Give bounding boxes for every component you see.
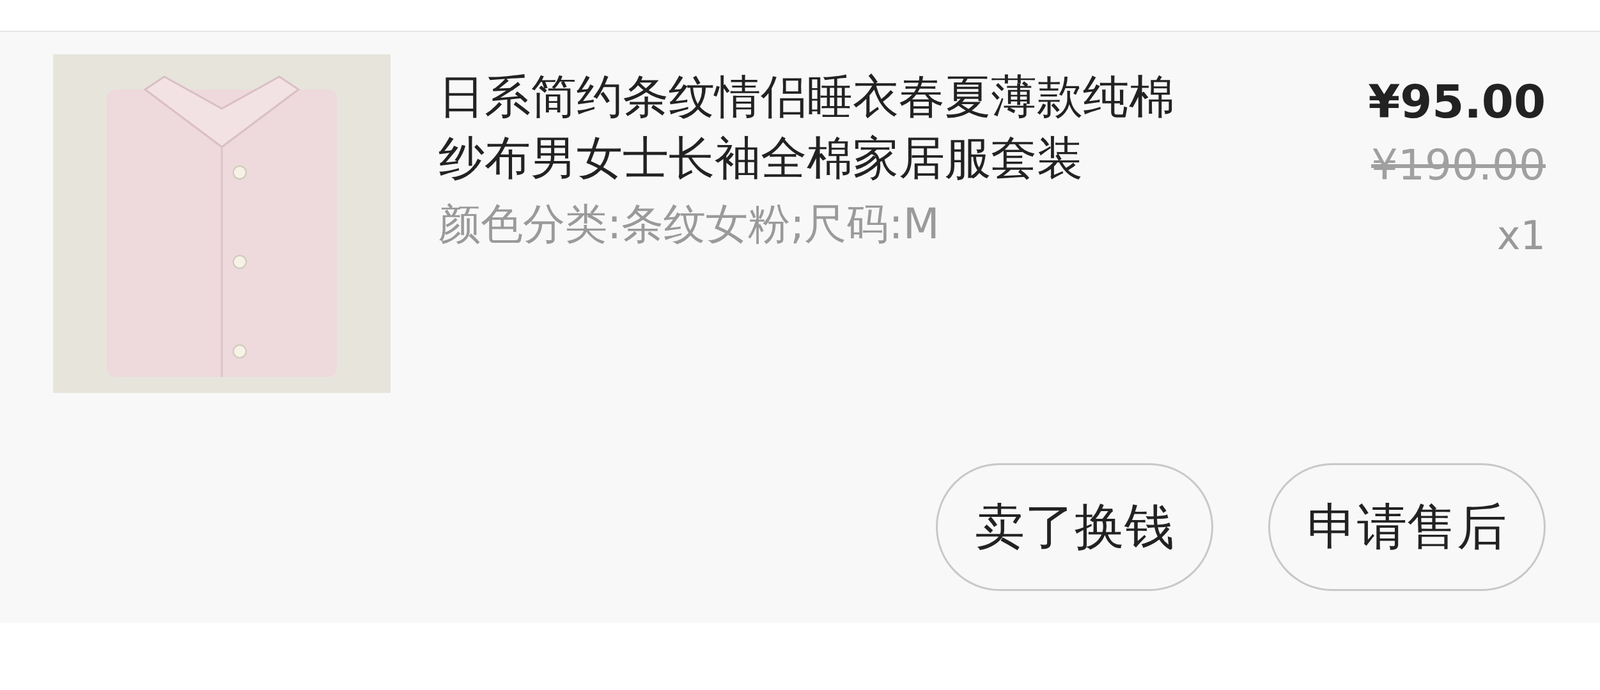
top-strip — [0, 0, 1600, 32]
order-item-card: 日系简约条纹情侣睡衣春夏薄款纯棉纱布男女士长袖全棉家居服套装颜色分类:条纹女粉;… — [0, 31, 1600, 624]
original-price: ¥190.00 — [1371, 133, 1546, 198]
product-spec: 颜色分类:条纹女粉;尺码:M — [438, 197, 1335, 252]
product-photo[interactable] — [53, 54, 391, 394]
after-sales-button[interactable]: 申请售后 — [1268, 463, 1546, 592]
quantity: x1 — [1497, 203, 1546, 268]
pajama-icon — [87, 63, 357, 384]
price: ¥95.00 — [1367, 69, 1546, 134]
price-column: ¥95.00¥190.00x1 — [1334, 54, 1546, 268]
product-title[interactable]: 日系简约条纹情侣睡衣春夏薄款纯棉纱布男女士长袖全棉家居服套装 — [438, 65, 1219, 189]
order-item-row[interactable]: 日系简约条纹情侣睡衣春夏薄款纯棉纱布男女士长袖全棉家居服套装颜色分类:条纹女粉;… — [53, 54, 1546, 394]
action-bar: 卖了换钱申请售后 — [53, 463, 1546, 592]
resell-button[interactable]: 卖了换钱 — [935, 463, 1214, 592]
product-info: 日系简约条纹情侣睡衣春夏薄款纯棉纱布男女士长袖全棉家居服套装颜色分类:条纹女粉;… — [390, 54, 1335, 252]
